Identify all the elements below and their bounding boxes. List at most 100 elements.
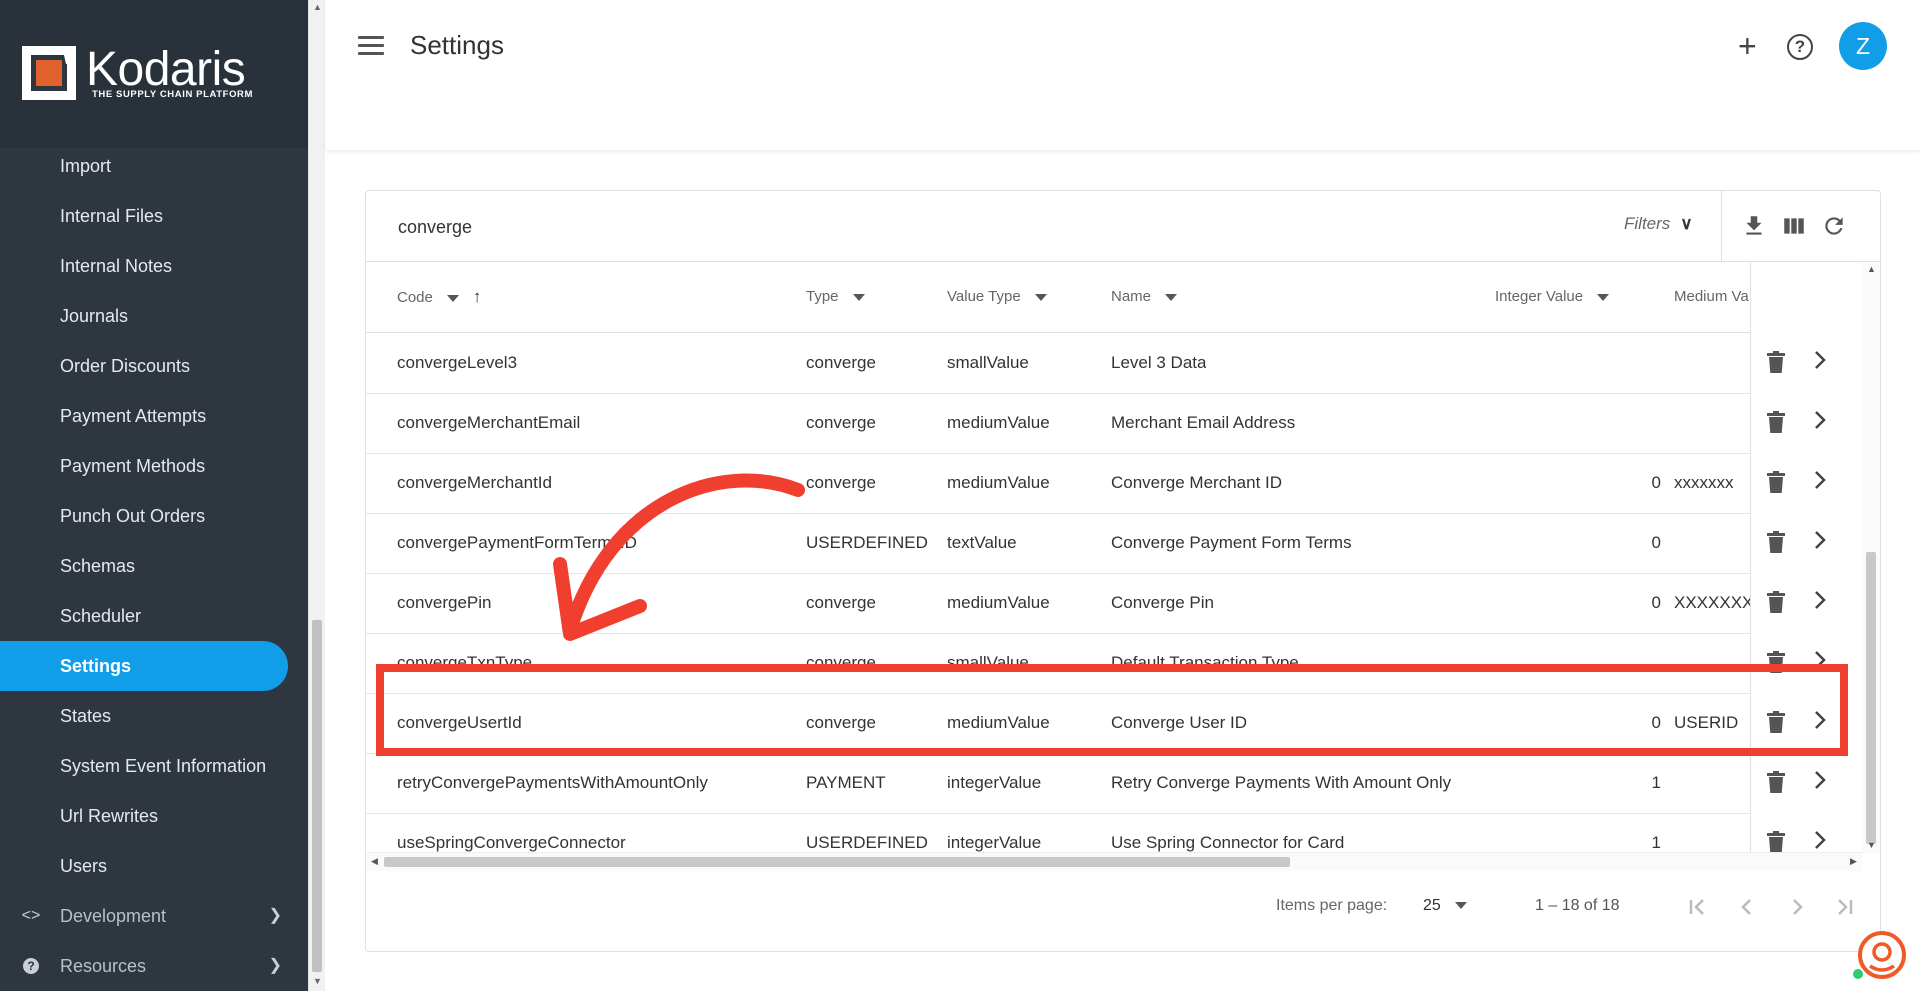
avatar[interactable]: Z <box>1839 22 1887 70</box>
column-label: Name <box>1111 288 1152 305</box>
scroll-right-arrow-icon[interactable]: ▶ <box>1850 856 1857 867</box>
sort-ascending-icon[interactable]: ↑ <box>473 287 482 306</box>
sidebar-item-states[interactable]: States <box>0 691 308 741</box>
sidebar-item-schemas[interactable]: Schemas <box>0 541 308 591</box>
table-horizontal-scrollbar[interactable]: ◀ ▶ <box>366 852 1862 871</box>
cell-code: useSpringConvergeConnector <box>397 833 626 852</box>
chevron-right-icon[interactable] <box>1813 470 1827 490</box>
next-page-icon[interactable] <box>1781 891 1813 923</box>
sidebar-item-journals[interactable]: Journals <box>0 291 308 341</box>
sidebar-item-users[interactable]: Users <box>0 841 308 891</box>
cell-type: USERDEFINED <box>806 833 928 852</box>
cell-integer-value: 0 <box>1651 593 1661 612</box>
sidebar-item-label: Journals <box>60 306 129 326</box>
table-row[interactable]: useSpringConvergeConnector USERDEFINED i… <box>366 813 1862 852</box>
cell-code: convergeMerchantEmail <box>397 413 581 432</box>
chevron-right-icon[interactable] <box>1813 590 1827 610</box>
cell-type: converge <box>806 353 876 372</box>
table-vertical-scrollbar[interactable]: ▲ ▼ <box>1862 262 1880 854</box>
table-row[interactable]: convergeMerchantEmail converge mediumVal… <box>366 393 1862 454</box>
sidebar-item-internal-notes[interactable]: Internal Notes <box>0 241 308 291</box>
first-page-icon[interactable] <box>1681 891 1713 923</box>
chevron-right-icon[interactable] <box>1813 350 1827 370</box>
last-page-icon[interactable] <box>1829 891 1861 923</box>
sidebar-item-payment-methods[interactable]: Payment Methods <box>0 441 308 491</box>
page-scrollbar-thumb[interactable] <box>312 620 322 972</box>
trash-icon[interactable] <box>1767 411 1785 433</box>
trash-icon[interactable] <box>1767 351 1785 373</box>
sidebar-item-label: Users <box>60 856 108 876</box>
sidebar-item-payment-attempts[interactable]: Payment Attempts <box>0 391 308 441</box>
help-icon[interactable]: ? <box>1787 34 1813 60</box>
cell-integer-value: 1 <box>1651 773 1661 792</box>
scroll-down-arrow-icon[interactable]: ▼ <box>1867 840 1876 850</box>
sidebar-item-system-event-information[interactable]: System Event Information <box>0 741 308 791</box>
trash-icon[interactable] <box>1767 771 1785 793</box>
table-row[interactable]: retryConvergePaymentsWithAmountOnly PAYM… <box>366 753 1862 814</box>
cell-name: Converge Pin <box>1111 593 1215 612</box>
items-per-page-select[interactable]: 25 <box>1423 897 1483 915</box>
scrollbar-thumb[interactable] <box>384 857 1290 867</box>
row-actions <box>1751 813 1862 852</box>
columns-icon[interactable] <box>1781 213 1807 239</box>
cell-medium-value <box>1674 333 1750 393</box>
sidebar-section-resources[interactable]: ? Resources ❯ <box>0 941 308 991</box>
search-input[interactable] <box>396 213 1300 241</box>
column-header-medium-value[interactable]: Medium Va <box>1674 262 1749 332</box>
column-header-type[interactable]: Type <box>806 262 865 332</box>
cell-value-type: integerValue <box>947 833 1042 852</box>
cell-code: convergePin <box>397 593 492 612</box>
sidebar-item-scheduler[interactable]: Scheduler <box>0 591 308 641</box>
cell-value-type: textValue <box>947 533 1017 552</box>
scroll-down-arrow-icon[interactable]: ▼ <box>313 976 322 986</box>
chevron-right-icon: ❯ <box>268 907 282 924</box>
scrollbar-thumb[interactable] <box>1866 552 1876 844</box>
cell-medium-value: XXXXXXX <box>1674 593 1750 612</box>
scroll-up-arrow-icon[interactable]: ▲ <box>313 2 322 12</box>
column-label: Code <box>397 289 433 306</box>
column-header-code[interactable]: Code ↑ <box>397 262 481 332</box>
download-icon[interactable] <box>1741 213 1767 239</box>
trash-icon[interactable] <box>1767 471 1785 493</box>
sidebar-item-internal-files[interactable]: Internal Files <box>0 191 308 241</box>
sidebar-item-settings[interactable]: Settings <box>0 641 288 691</box>
sidebar-item-url-rewrites[interactable]: Url Rewrites <box>0 791 308 841</box>
paginator: Items per page: 25 1 – 18 of 18 <box>366 871 1880 951</box>
column-header-name[interactable]: Name <box>1111 262 1178 332</box>
sidebar-item-label: Schemas <box>60 556 136 576</box>
table-row[interactable]: convergeLevel3 converge smallValue Level… <box>366 333 1862 394</box>
refresh-icon[interactable] <box>1821 213 1847 239</box>
dropdown-arrow-icon <box>852 293 865 301</box>
chevron-right-icon[interactable] <box>1813 770 1827 790</box>
items-per-page-label: Items per page: <box>1276 897 1388 914</box>
filters-dropdown[interactable]: Filters ∨ <box>1624 214 1693 234</box>
column-header-value-type[interactable]: Value Type <box>947 262 1047 332</box>
sidebar-item-label: Order Discounts <box>60 356 191 376</box>
cell-name: Merchant Email Address <box>1111 413 1296 432</box>
sidebar-item-label: Settings <box>60 656 132 676</box>
annotation-highlight-box <box>376 664 1848 756</box>
previous-page-icon[interactable] <box>1731 891 1763 923</box>
column-header-integer-value[interactable]: Integer Value <box>1495 262 1610 332</box>
scroll-left-arrow-icon[interactable]: ◀ <box>371 856 378 867</box>
chat-support-icon[interactable] <box>1852 928 1906 982</box>
sidebar-item-punch-out-orders[interactable]: Punch Out Orders <box>0 491 308 541</box>
cell-code: convergeMerchantId <box>397 473 552 492</box>
chevron-right-icon[interactable] <box>1813 830 1827 850</box>
sidebar-item-order-discounts[interactable]: Order Discounts <box>0 341 308 391</box>
cell-name: Retry Converge Payments With Amount Only <box>1111 773 1452 792</box>
chevron-right-icon[interactable] <box>1813 410 1827 430</box>
scroll-up-arrow-icon[interactable]: ▲ <box>1867 264 1876 274</box>
hamburger-menu-icon[interactable] <box>358 36 384 56</box>
sidebar-section-development[interactable]: <> Development ❯ <box>0 891 308 941</box>
add-icon[interactable]: + <box>1738 28 1757 64</box>
chevron-right-icon[interactable] <box>1813 530 1827 550</box>
logo-name: Kodaris <box>86 43 246 96</box>
sidebar-item-import[interactable]: Import <box>0 141 308 191</box>
trash-icon[interactable] <box>1767 531 1785 553</box>
page-scrollbar[interactable]: ▲ ▼ <box>308 0 325 991</box>
trash-icon[interactable] <box>1767 831 1785 852</box>
annotation-arrow-icon <box>553 473 805 641</box>
cell-value-type: mediumValue <box>947 413 1050 432</box>
trash-icon[interactable] <box>1767 591 1785 613</box>
